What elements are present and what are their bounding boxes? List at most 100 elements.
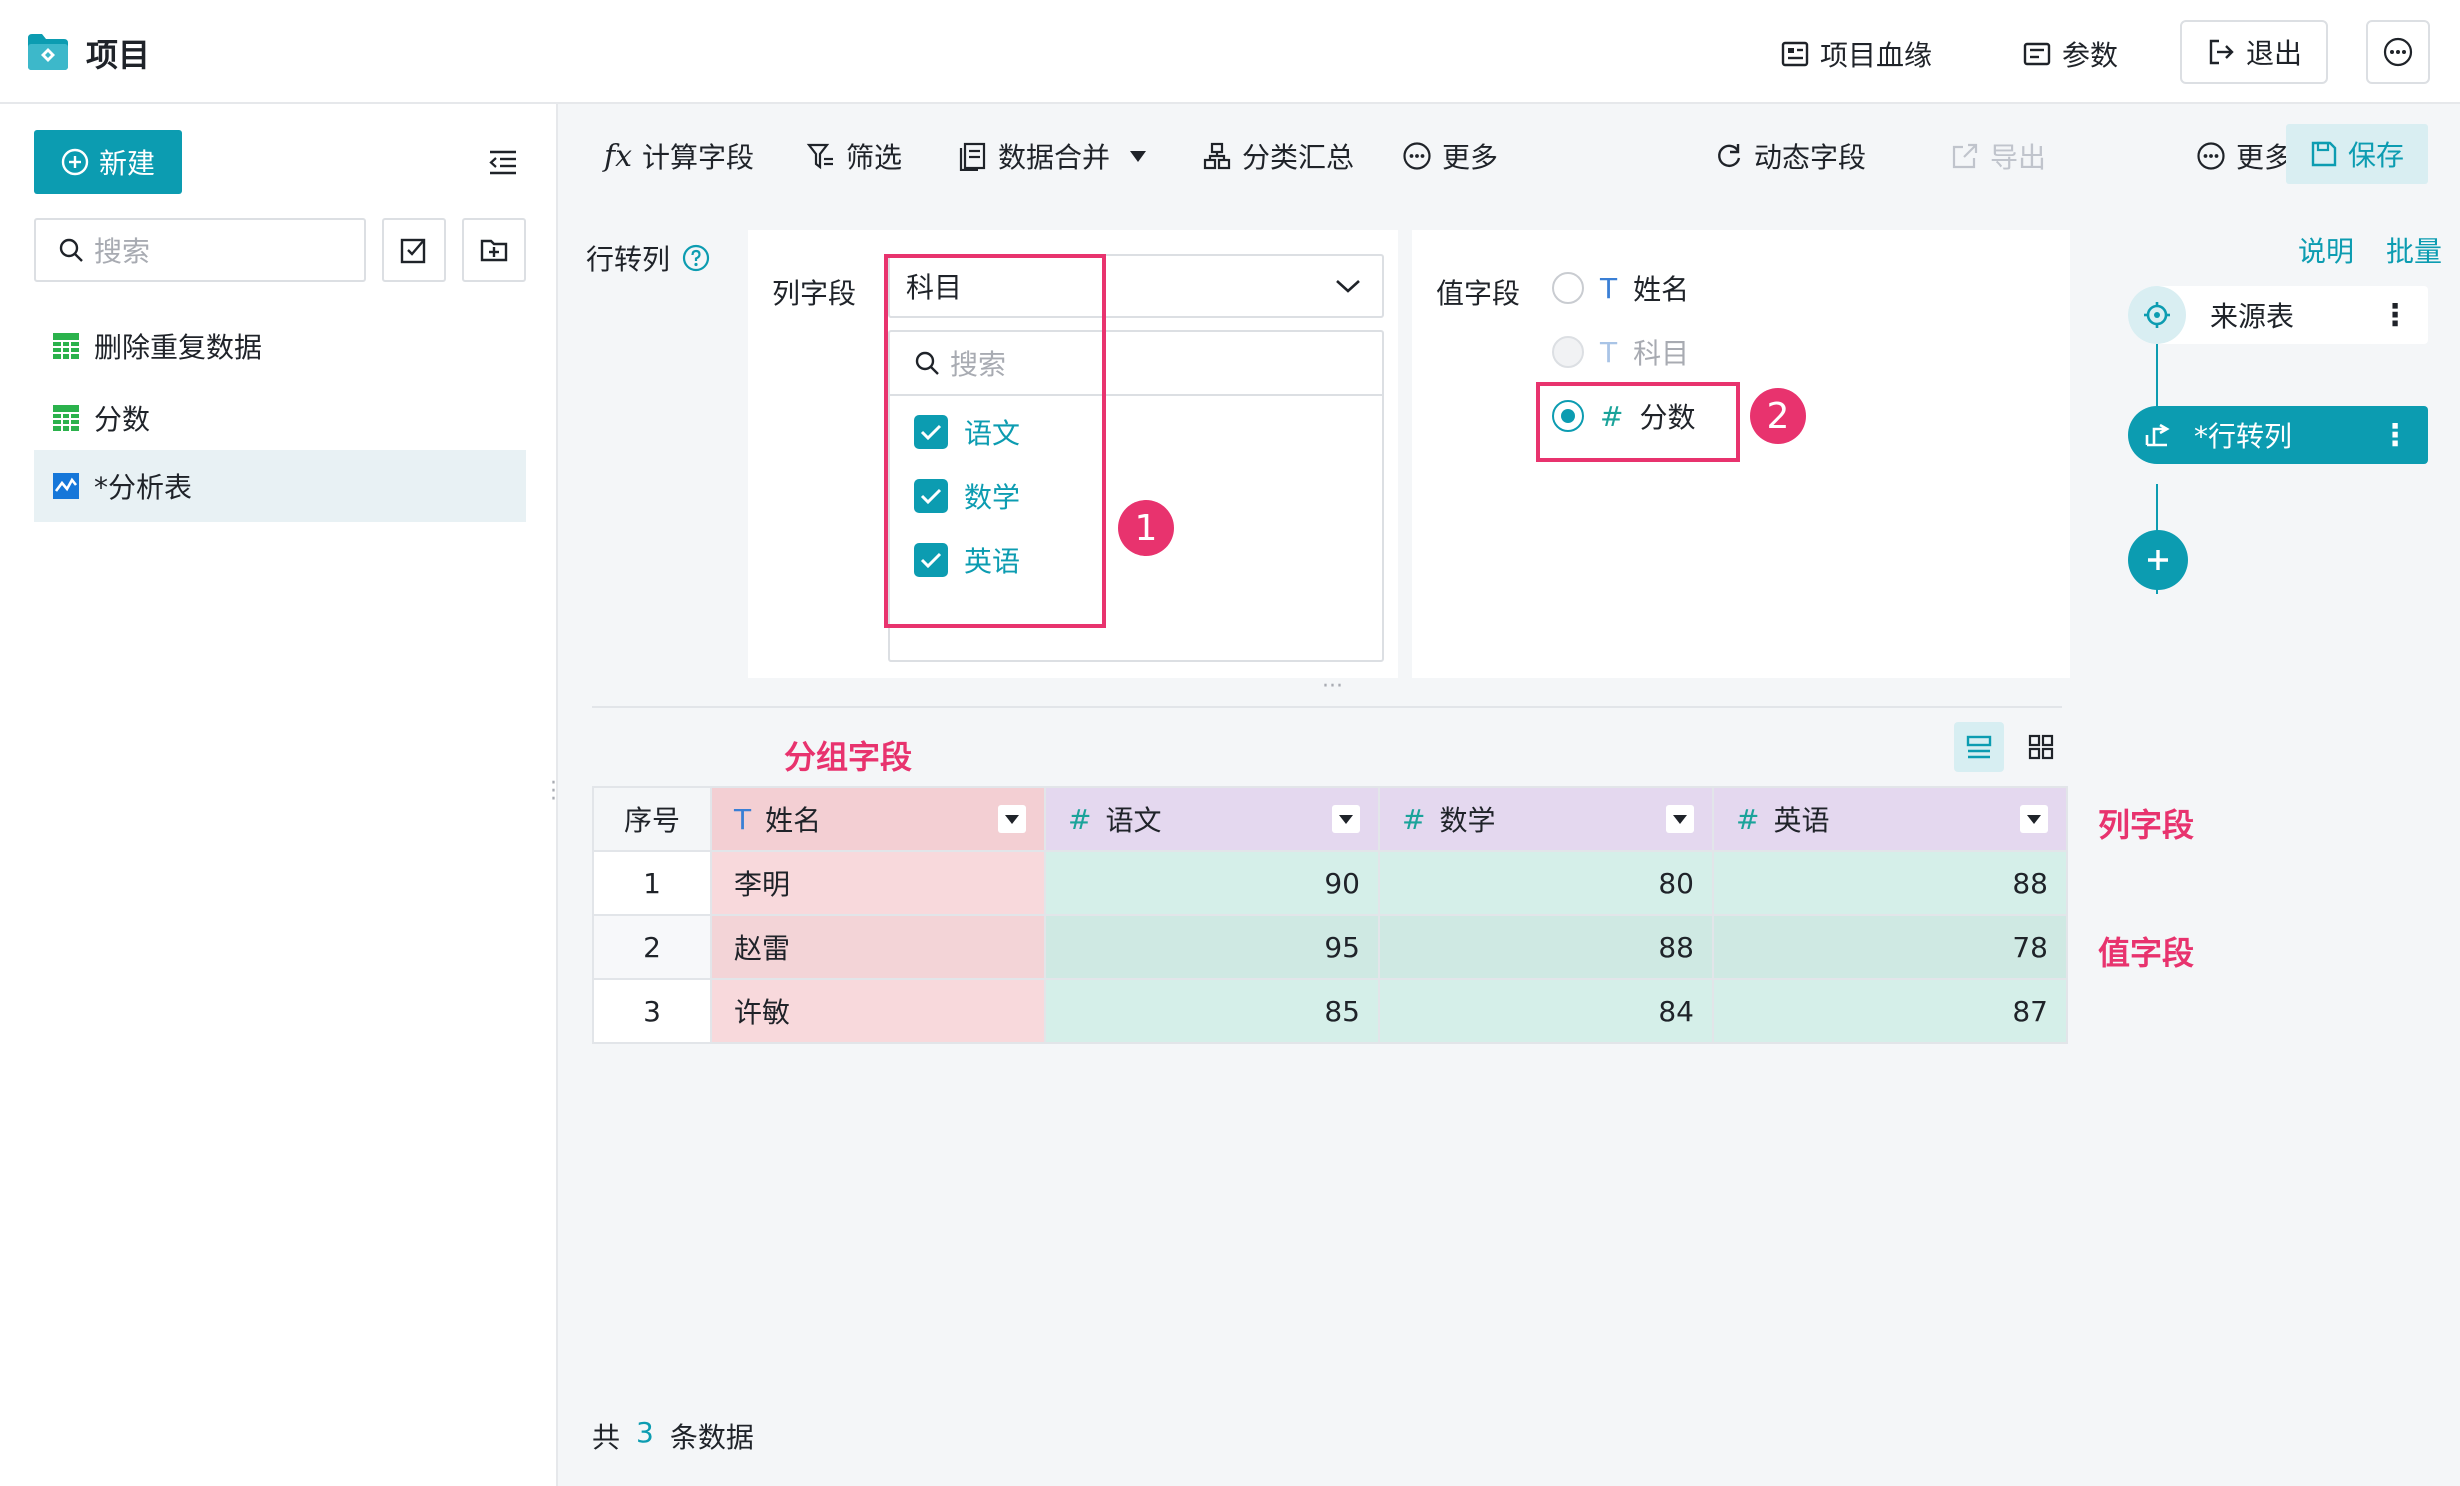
highlight-box-1 [884, 254, 1106, 628]
cell-name: 许敏 [710, 978, 1046, 1044]
annotation-column-field: 列字段 [2098, 806, 2195, 844]
export-button[interactable]: 导出 [1950, 136, 2046, 176]
col-field-label: 列字段 [772, 277, 857, 310]
more-button-left[interactable]: 更多 [1402, 136, 1498, 176]
explain-link[interactable]: 说明 [2298, 230, 2354, 270]
column-header-shuxue[interactable]: # 数学 [1378, 786, 1714, 852]
flow-node-pivot[interactable]: *行转列 ⋮ [2128, 406, 2428, 464]
merge-label: 数据合并 [998, 141, 1111, 174]
app-header: 项目 项目血缘 参数 退出 [0, 0, 2460, 104]
column-menu-button[interactable] [1332, 805, 1360, 833]
group-summary-label: 分类汇总 [1242, 141, 1355, 174]
cell-value: 84 [1378, 978, 1714, 1044]
lineage-icon [1780, 39, 1810, 69]
table-icon [52, 404, 80, 432]
search-input[interactable]: 搜索 [94, 230, 150, 270]
sidebar-item-scores[interactable]: 分数 [34, 386, 526, 450]
calc-field-label: 计算字段 [642, 141, 755, 174]
step-badge-2: 2 [1750, 388, 1806, 444]
group-summary-button[interactable]: 分类汇总 [1202, 136, 1354, 176]
params-label: 参数 [2062, 39, 2119, 72]
number-type-icon: # [1402, 802, 1426, 836]
cell-index: 3 [592, 978, 712, 1044]
cell-value: 95 [1044, 914, 1380, 980]
app-logo-icon [26, 32, 70, 72]
export-label: 导出 [1990, 141, 2047, 174]
export-icon [1950, 141, 1980, 171]
column-menu-button[interactable] [998, 805, 1026, 833]
save-label: 保存 [2347, 139, 2404, 172]
value-field-label: 值字段 [1436, 277, 1521, 310]
list-view-toggle[interactable] [1954, 722, 2004, 772]
merge-button[interactable]: 数据合并 [958, 136, 1147, 176]
analysis-icon [52, 472, 80, 500]
radio-disabled-icon [1552, 336, 1584, 368]
index-header: 序号 [592, 786, 712, 852]
caret-down-icon [1339, 814, 1353, 824]
column-field-panel: 列字段 科目 搜索 语文 数学 英语 1 [748, 230, 1398, 678]
grid-view-toggle[interactable] [2016, 722, 2066, 772]
batch-select-button[interactable] [382, 218, 446, 282]
save-button[interactable]: 保存 [2286, 124, 2428, 184]
flow-node-source[interactable]: 来源表 ⋮ [2128, 286, 2428, 344]
sidebar-item-analysis[interactable]: *分析表 [34, 450, 526, 522]
column-menu-button[interactable] [2020, 805, 2048, 833]
collapse-sidebar-icon[interactable] [488, 148, 518, 176]
caret-down-icon [1130, 150, 1147, 162]
kebab-menu-icon[interactable]: ⋮ [2380, 418, 2410, 453]
dynamic-field-button[interactable]: 动态字段 [1714, 136, 1866, 176]
help-icon[interactable] [682, 244, 710, 272]
pivot-icon [2128, 406, 2186, 464]
record-count: 共 3 条数据 [592, 1416, 754, 1456]
cell-value: 78 [1712, 914, 2068, 980]
drag-handle-icon[interactable]: · · · [550, 773, 564, 811]
add-step-button[interactable] [2128, 530, 2188, 590]
calc-field-button[interactable]: fx 计算字段 [604, 136, 754, 176]
radio-icon[interactable] [1552, 272, 1584, 304]
chevron-down-icon [1334, 277, 1362, 295]
caret-down-icon [2027, 814, 2041, 824]
refresh-icon [1714, 141, 1744, 171]
table-row: 3 许敏 85 84 87 [592, 978, 2068, 1044]
step-badge-1: 1 [1118, 500, 1174, 556]
main-area: fx 计算字段 筛选 数据合并 分类汇总 更多 动态字段 导出 行转列 列字段 … [550, 104, 2098, 1486]
exit-button[interactable]: 退出 [2180, 20, 2328, 84]
lineage-button[interactable]: 项目血缘 [1780, 34, 1932, 74]
flow-node-label: 来源表 [2210, 300, 2295, 333]
more-options-button[interactable] [2366, 20, 2430, 84]
dynamic-field-label: 动态字段 [1754, 141, 1867, 174]
batch-link[interactable]: 批量 [2386, 230, 2442, 270]
caret-down-icon [1005, 814, 1019, 824]
filter-button[interactable]: 筛选 [806, 136, 902, 176]
sidebar-item-dedupe[interactable]: 删除重复数据 [34, 314, 526, 378]
new-folder-button[interactable] [462, 218, 526, 282]
kebab-menu-icon[interactable]: ⋮ [2380, 298, 2410, 333]
cell-name: 李明 [710, 850, 1046, 916]
sidebar-item-label: 分数 [94, 403, 151, 436]
sidebar-search[interactable]: 搜索 [34, 218, 366, 282]
cell-value: 88 [1378, 914, 1714, 980]
column-header-yuwen[interactable]: # 语文 [1044, 786, 1380, 852]
value-option-name[interactable]: T 姓名 [1552, 268, 1689, 308]
new-button[interactable]: 新建 [34, 130, 182, 194]
plus-circle-icon [61, 148, 89, 176]
folder-plus-icon [479, 235, 509, 265]
merge-icon [958, 141, 988, 171]
column-header-name[interactable]: T 姓名 [710, 786, 1046, 852]
number-type-icon: # [1068, 802, 1092, 836]
more-circle-icon [2196, 141, 2226, 171]
cell-value: 80 [1378, 850, 1714, 916]
column-header-yingyu[interactable]: # 英语 [1712, 786, 2068, 852]
more-circle-icon [1402, 141, 1432, 171]
column-header-label: 英语 [1773, 804, 1830, 837]
sidebar-item-label: *分析表 [94, 471, 193, 504]
resize-handle[interactable]: ··· [1322, 674, 1343, 699]
sidebar: 新建 搜索 删除重复数据 分数 *分析表 [0, 104, 558, 1486]
column-menu-button[interactable] [1666, 805, 1694, 833]
save-icon [2310, 140, 2338, 168]
column-header-label: 数学 [1439, 804, 1496, 837]
grid-view-icon [2027, 733, 2055, 761]
more-button-right[interactable]: 更多 [2196, 136, 2292, 176]
hierarchy-icon [1202, 141, 1232, 171]
params-button[interactable]: 参数 [2022, 34, 2118, 74]
